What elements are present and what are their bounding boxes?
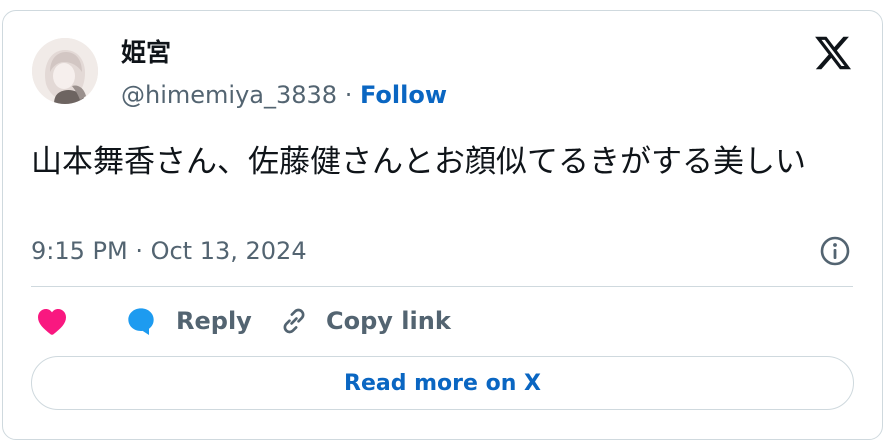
handle-row: @himemiya_3838 · Follow: [121, 80, 447, 110]
follow-link[interactable]: Follow: [360, 81, 447, 109]
reply-label: Reply: [176, 307, 252, 335]
user-handle[interactable]: @himemiya_3838: [121, 81, 337, 109]
link-icon: [283, 308, 305, 334]
divider: [31, 286, 853, 287]
tweet-timestamp[interactable]: 9:15 PM · Oct 13, 2024: [31, 236, 307, 266]
separator-dot: ·: [344, 81, 353, 109]
tweet-text: 山本舞香さん、佐藤健さんとお顔似てるきがする美しい: [31, 144, 806, 180]
x-logo-icon[interactable]: [813, 33, 853, 73]
avatar[interactable]: [32, 38, 98, 104]
reply-bubble-icon: [128, 308, 154, 335]
read-more-button[interactable]: Read more on X: [31, 356, 854, 410]
info-icon[interactable]: [819, 235, 851, 267]
copy-link-button[interactable]: Copy link: [278, 304, 451, 338]
display-name[interactable]: 姫宮: [121, 38, 171, 68]
like-button[interactable]: [36, 304, 68, 338]
heart-icon: [38, 309, 66, 335]
reply-button[interactable]: Reply: [124, 304, 252, 338]
copy-link-label: Copy link: [326, 307, 451, 335]
